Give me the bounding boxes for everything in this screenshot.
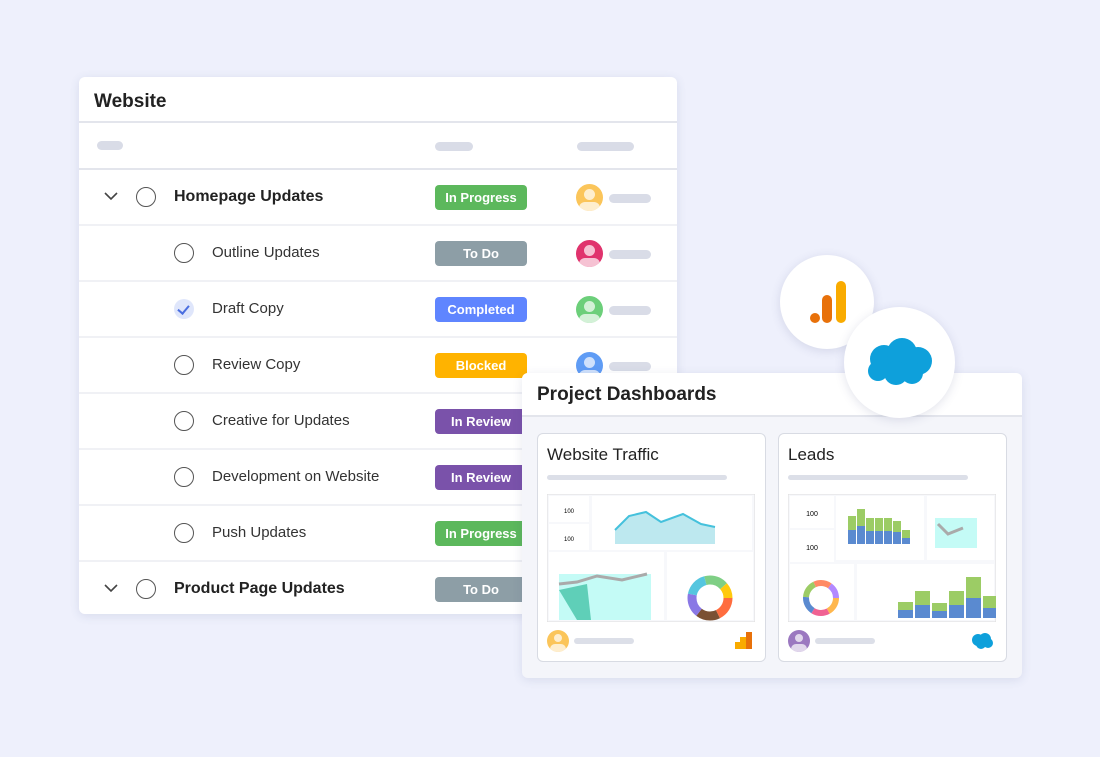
dashboard-title: Website Traffic xyxy=(547,445,659,464)
owner-placeholder xyxy=(574,638,634,644)
task-name[interactable]: Draft Copy xyxy=(212,300,284,317)
leads-dashboard-thumbnail: 100 100 xyxy=(788,494,996,622)
task-row[interactable]: Draft Copy Completed xyxy=(79,282,677,338)
assignee-placeholder xyxy=(609,194,651,203)
task-checkbox[interactable] xyxy=(136,579,156,599)
metric-value: 100 xyxy=(806,545,818,552)
status-badge[interactable]: To Do xyxy=(435,241,527,266)
salesforce-icon xyxy=(972,633,993,649)
task-row[interactable]: Outline Updates To Do xyxy=(79,226,677,282)
subtitle-placeholder xyxy=(788,475,968,480)
metric-value: 100 xyxy=(564,537,575,543)
column-header-placeholder xyxy=(97,141,123,150)
status-badge[interactable]: In Review xyxy=(435,409,527,434)
task-checkbox[interactable] xyxy=(136,187,156,207)
task-checkbox[interactable] xyxy=(174,299,194,319)
avatar[interactable] xyxy=(576,296,603,323)
task-checkbox[interactable] xyxy=(174,243,194,263)
board-title: Website xyxy=(79,77,677,123)
task-name[interactable]: Homepage Updates xyxy=(174,188,323,206)
project-dashboards-panel: Project Dashboards Website Traffic 100 1… xyxy=(522,373,1022,678)
assignee-placeholder xyxy=(609,306,651,315)
task-checkbox[interactable] xyxy=(174,355,194,375)
avatar xyxy=(788,630,810,652)
task-name[interactable]: Development on Website xyxy=(212,468,379,485)
salesforce-icon xyxy=(868,338,932,385)
column-header-placeholder xyxy=(435,142,473,151)
status-badge[interactable]: Blocked xyxy=(435,353,527,378)
salesforce-badge xyxy=(844,307,955,418)
task-name[interactable]: Creative for Updates xyxy=(212,412,350,429)
column-header-placeholder xyxy=(577,142,634,151)
status-badge[interactable]: Completed xyxy=(435,297,527,322)
metric-value: 100 xyxy=(806,511,818,518)
assignee-placeholder xyxy=(609,362,651,371)
task-checkbox[interactable] xyxy=(174,411,194,431)
column-header-row xyxy=(79,123,677,170)
chevron-down-icon[interactable] xyxy=(103,580,119,596)
task-name[interactable]: Product Page Updates xyxy=(174,580,345,598)
status-badge[interactable]: In Progress xyxy=(435,521,527,546)
status-badge[interactable]: In Review xyxy=(435,465,527,490)
dashboard-card[interactable]: Website Traffic 100 100 xyxy=(537,433,766,662)
status-badge[interactable]: In Progress xyxy=(435,185,527,210)
chevron-down-icon[interactable] xyxy=(103,188,119,204)
dashboard-title: Leads xyxy=(788,445,835,464)
task-name[interactable]: Review Copy xyxy=(212,356,300,373)
dashboard-card[interactable]: Leads 100 100 xyxy=(778,433,1007,662)
assignee-placeholder xyxy=(609,250,651,259)
task-checkbox[interactable] xyxy=(174,467,194,487)
task-name[interactable]: Push Updates xyxy=(212,524,306,541)
task-checkbox[interactable] xyxy=(174,523,194,543)
google-analytics-icon xyxy=(735,632,752,649)
avatar[interactable] xyxy=(576,240,603,267)
metric-value: 100 xyxy=(564,509,575,515)
avatar[interactable] xyxy=(576,184,603,211)
task-row[interactable]: Homepage Updates In Progress xyxy=(79,170,677,226)
subtitle-placeholder xyxy=(547,475,727,480)
status-badge[interactable]: To Do xyxy=(435,577,527,602)
task-name[interactable]: Outline Updates xyxy=(212,244,320,261)
owner-placeholder xyxy=(815,638,875,644)
traffic-dashboard-thumbnail: 100 100 xyxy=(547,494,755,622)
avatar xyxy=(547,630,569,652)
